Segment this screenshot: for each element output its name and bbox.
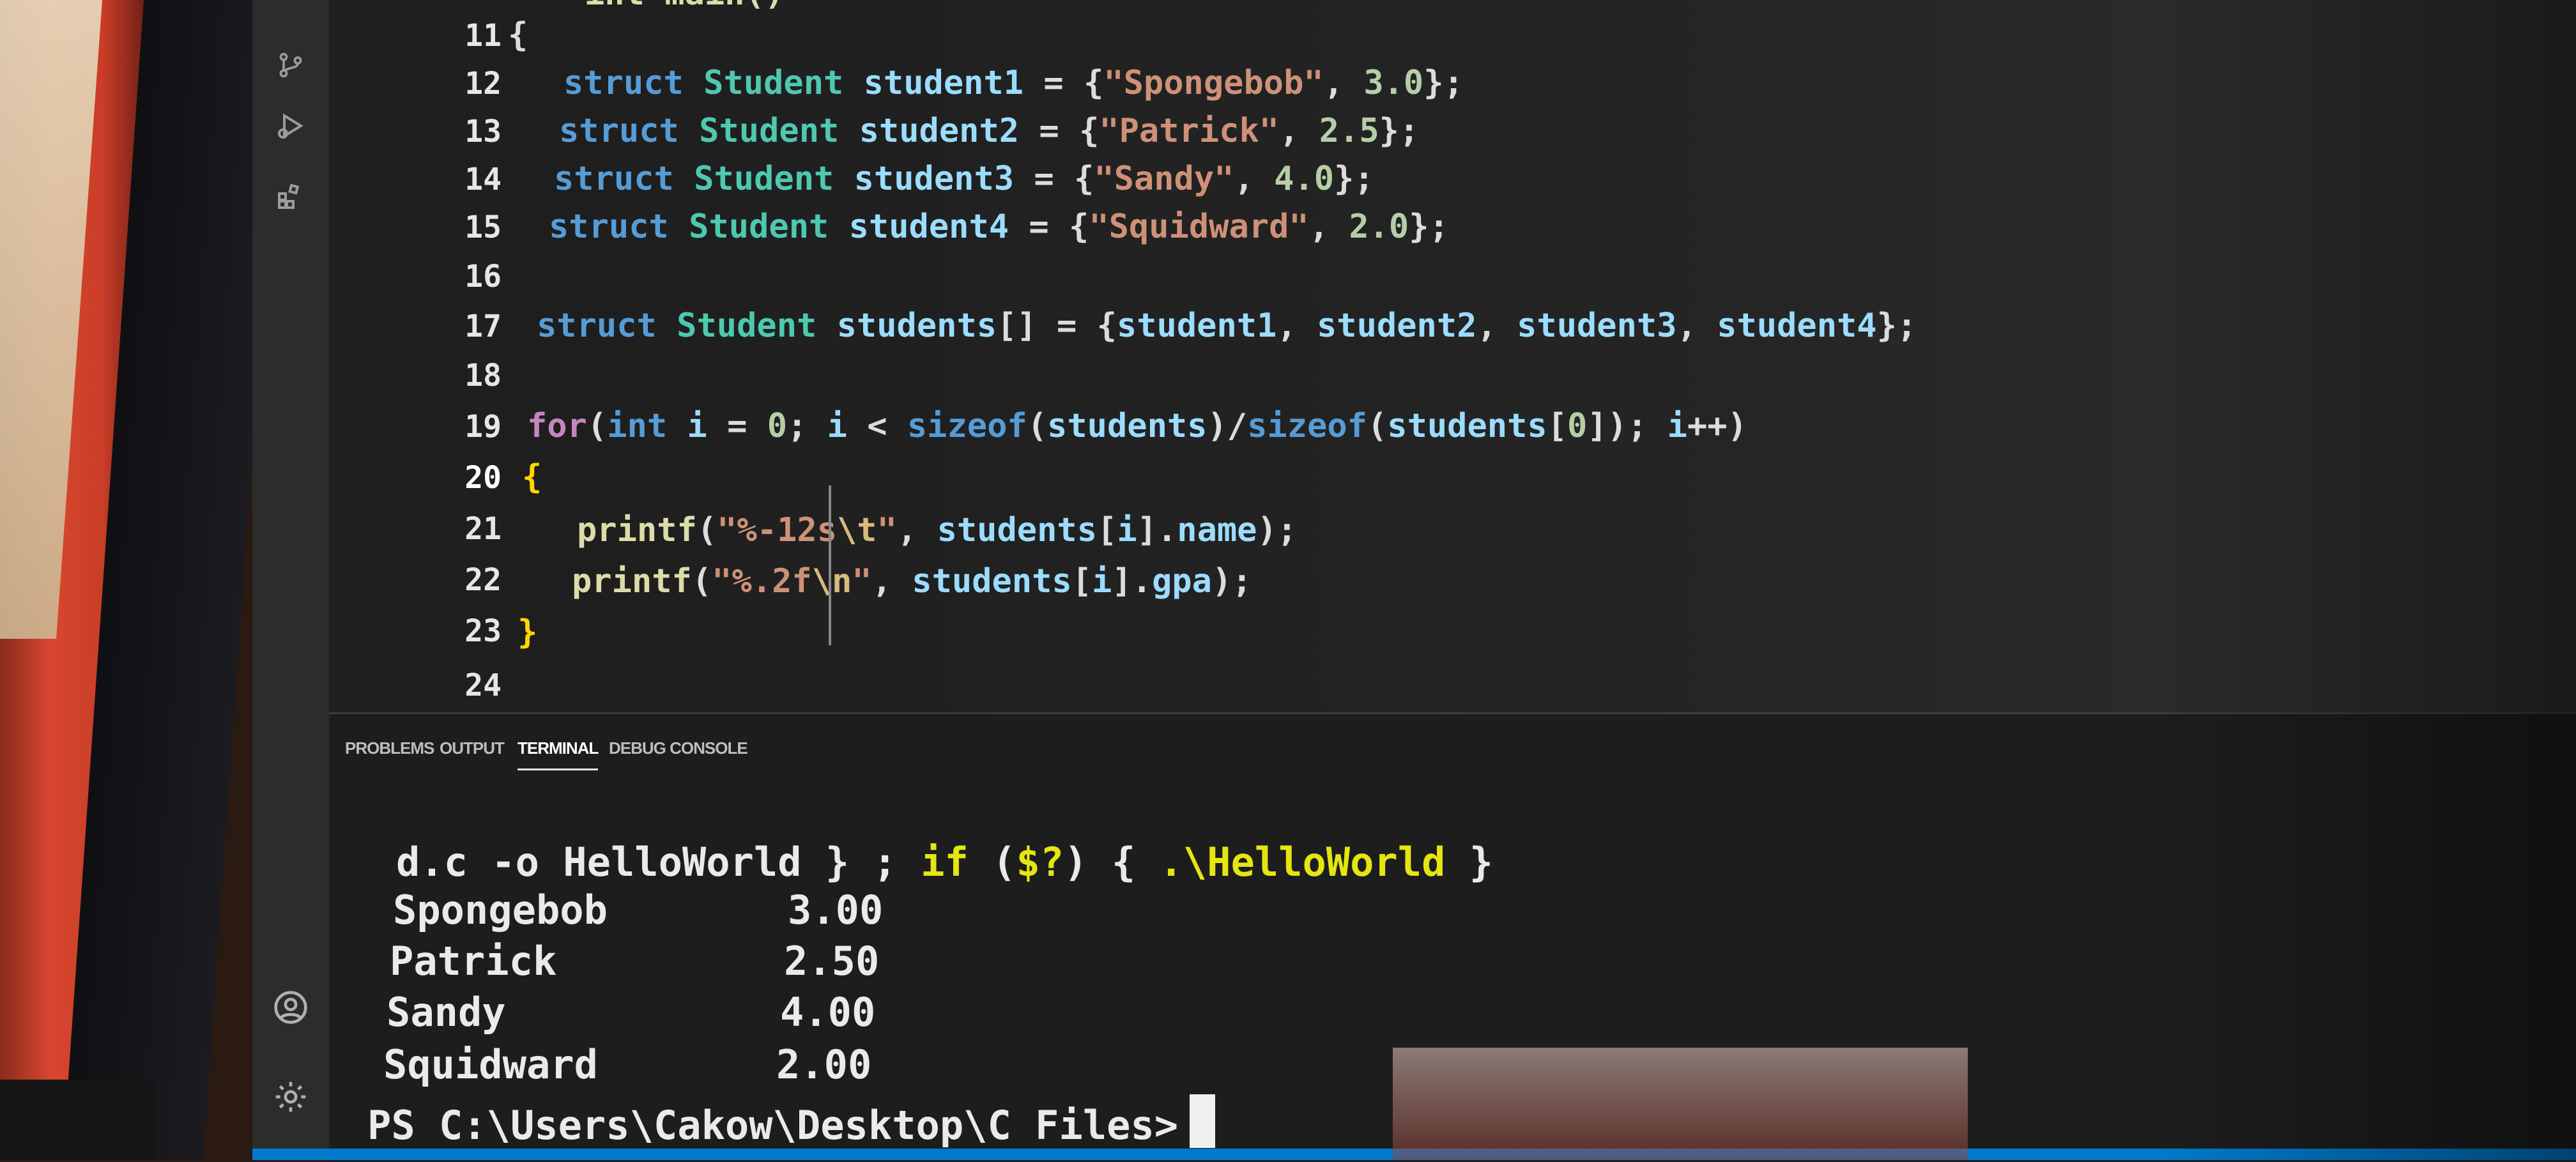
output-name: Squidward bbox=[383, 1041, 598, 1088]
output-row: Spongebob bbox=[393, 887, 608, 933]
source-control-icon[interactable] bbox=[270, 45, 311, 86]
line-number: 12 bbox=[464, 66, 502, 102]
output-gpa: 3.00 bbox=[788, 887, 884, 933]
terminal-prompt: PS C:\Users\Cakow\Desktop\C Files> bbox=[367, 1102, 1179, 1149]
code-line-partial: int main() bbox=[585, 0, 785, 13]
terminal-cursor bbox=[1190, 1094, 1216, 1148]
tab-terminal[interactable]: TERMINAL bbox=[518, 738, 599, 770]
bracket-guide bbox=[829, 485, 831, 645]
output-name: Spongebob bbox=[393, 887, 608, 933]
output-row: Patrick bbox=[390, 938, 556, 984]
line-number: 11 bbox=[464, 18, 502, 54]
line-number: 21 bbox=[464, 511, 502, 547]
output-gpa: 2.50 bbox=[784, 938, 880, 984]
line-number: 18 bbox=[464, 358, 502, 394]
extensions-icon[interactable] bbox=[270, 176, 311, 217]
code-line-12: struct Student student1 = {"Spongebob", … bbox=[564, 64, 1464, 102]
foreground-object bbox=[0, 1080, 153, 1160]
output-row: Squidward bbox=[383, 1041, 598, 1088]
settings-gear-icon[interactable] bbox=[270, 1076, 311, 1117]
line-number-current: 20 bbox=[464, 460, 502, 496]
line-number: 24 bbox=[464, 668, 502, 703]
line-number: 13 bbox=[464, 114, 502, 149]
line-number: 14 bbox=[464, 162, 502, 197]
run-debug-icon[interactable] bbox=[270, 105, 311, 146]
terminal-prompt-line: PS C:\Users\Cakow\Desktop\C Files> bbox=[367, 1094, 1216, 1149]
line-number: 23 bbox=[464, 613, 502, 649]
line-number: 17 bbox=[464, 309, 502, 344]
code-line-17: struct Student students[] = {student1, s… bbox=[537, 307, 1917, 345]
line-number: 19 bbox=[464, 409, 502, 445]
output-row: Sandy bbox=[387, 989, 506, 1036]
output-gpa: 4.00 bbox=[780, 989, 876, 1036]
code-line-13: struct Student student2 = {"Patrick", 2.… bbox=[559, 112, 1420, 150]
tab-debug-console[interactable]: DEBUG CONSOLE bbox=[609, 738, 748, 758]
code-line-11: { bbox=[508, 16, 528, 54]
code-line-15: struct Student student4 = {"Squidward", … bbox=[549, 208, 1449, 246]
output-name: Sandy bbox=[387, 989, 506, 1036]
code-line-19: for(int i = 0; i < sizeof(students)/size… bbox=[527, 407, 1747, 445]
code-line-20: { bbox=[522, 458, 542, 496]
screen-reflection bbox=[1393, 1048, 1968, 1160]
code-line-14: struct Student student3 = {"Sandy", 4.0}… bbox=[554, 160, 1374, 198]
output-name: Patrick bbox=[390, 938, 557, 984]
line-number: 15 bbox=[464, 210, 502, 245]
code-line-21: printf("%-12s\t", students[i].name); bbox=[577, 511, 1298, 549]
account-icon[interactable] bbox=[270, 987, 311, 1028]
tab-problems[interactable]: PROBLEMS bbox=[345, 738, 434, 758]
output-gpa: 2.00 bbox=[776, 1041, 872, 1088]
terminal-command: d.c -o HelloWorld } ; if ($?) { .\HelloW… bbox=[396, 839, 1494, 885]
line-number-gutter: 11 12 13 14 15 16 17 18 19 20 21 22 23 2… bbox=[329, 0, 502, 712]
vscode-window: 11 12 13 14 15 16 17 18 19 20 21 22 23 2… bbox=[252, 0, 2576, 1162]
line-number: 22 bbox=[464, 562, 502, 598]
activity-bar bbox=[252, 0, 329, 1160]
code-line-22: printf("%.2f\n", students[i].gpa); bbox=[572, 562, 1252, 600]
tab-output[interactable]: OUTPUT bbox=[440, 738, 505, 758]
code-editor[interactable]: int main() { struct Student student1 = {… bbox=[502, 0, 2576, 712]
code-line-23: } bbox=[518, 613, 538, 652]
line-number: 16 bbox=[464, 259, 502, 294]
